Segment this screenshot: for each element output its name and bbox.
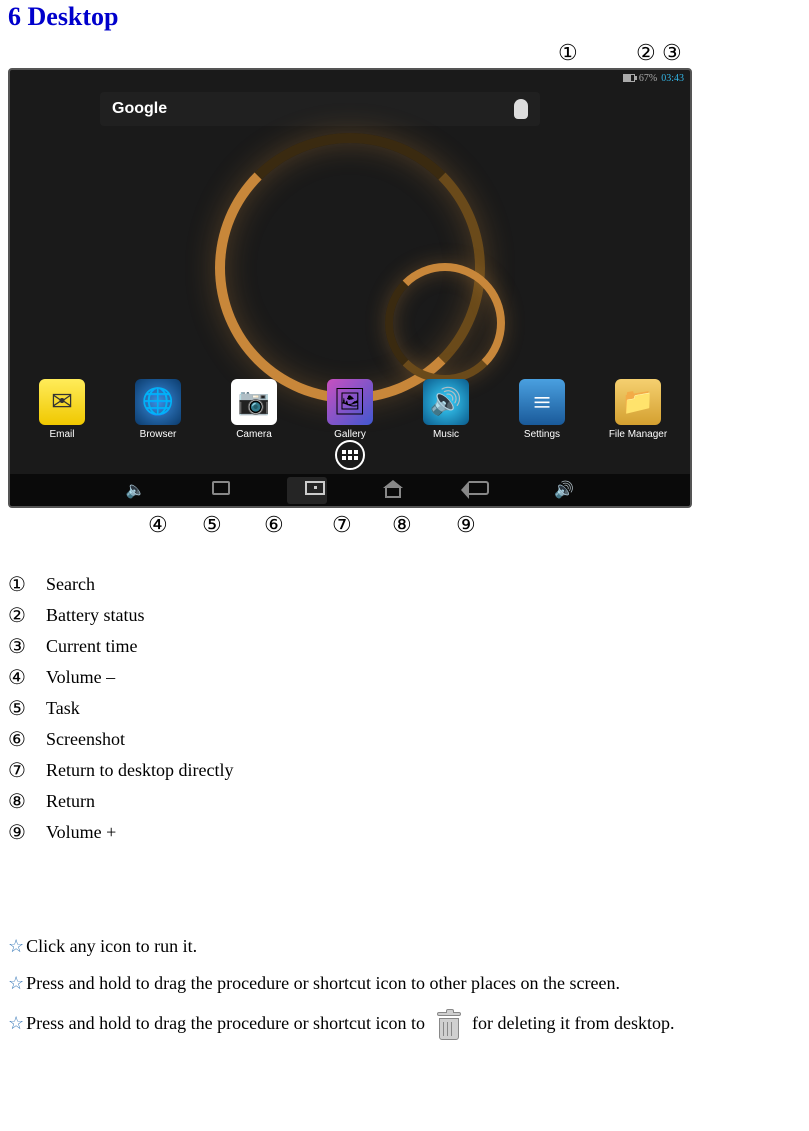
legend-text: Task (46, 698, 80, 719)
gallery-icon (327, 379, 373, 425)
callout-3: ③ (662, 40, 682, 66)
legend-num: ⑨ (8, 820, 34, 845)
legend-num: ② (8, 603, 34, 628)
app-label: Gallery (334, 429, 366, 440)
app-label: Settings (524, 429, 560, 440)
google-logo: Google (112, 100, 167, 118)
tip-text: Click any icon to run it. (26, 936, 197, 956)
home-button[interactable] (373, 481, 413, 499)
tips-section: ☆Click any icon to run it. ☆Press and ho… (8, 935, 801, 1040)
legend-num: ⑧ (8, 789, 34, 814)
battery-icon (623, 74, 635, 82)
app-music[interactable]: Music (406, 379, 486, 440)
tip-2: ☆Press and hold to drag the procedure or… (8, 972, 801, 995)
legend-num: ③ (8, 634, 34, 659)
volume-up-icon[interactable]: 🔊 (544, 480, 584, 500)
legend-num: ① (8, 572, 34, 597)
legend-text: Return (46, 791, 95, 812)
app-dock: Email Browser Camera Gallery Music (10, 379, 690, 440)
app-label: File Manager (609, 429, 667, 440)
tip-3: ☆Press and hold to drag the procedure or… (8, 1010, 801, 1040)
legend-num: ⑦ (8, 758, 34, 783)
star-icon: ☆ (8, 1013, 24, 1033)
legend-item: ③ Current time (8, 634, 801, 659)
app-browser[interactable]: Browser (118, 379, 198, 440)
settings-icon (519, 379, 565, 425)
nav-bar: 🔈 🔊 (10, 474, 690, 506)
tip-text-a: Press and hold to drag the procedure or … (26, 1013, 425, 1033)
search-bar[interactable]: Google (100, 92, 540, 126)
status-bar: 67% 03:43 (623, 70, 690, 86)
legend-text: Return to desktop directly (46, 760, 233, 781)
callout-1: ① (558, 40, 578, 66)
email-icon (39, 379, 85, 425)
volume-down-icon[interactable]: 🔈 (116, 480, 156, 500)
callout-7: ⑦ (332, 512, 352, 538)
app-gallery[interactable]: Gallery (310, 379, 390, 440)
callout-8: ⑧ (392, 512, 412, 538)
tip-1: ☆Click any icon to run it. (8, 935, 801, 958)
bottom-callout-row: ④ ⑤ ⑥ ⑦ ⑧ ⑨ (8, 512, 801, 542)
top-callout-row: ① ② ③ (8, 40, 801, 68)
back-button[interactable] (459, 481, 499, 500)
app-settings[interactable]: Settings (502, 379, 582, 440)
app-label: Browser (140, 429, 177, 440)
app-label: Music (433, 429, 459, 440)
callout-2: ② (636, 40, 656, 66)
browser-icon (135, 379, 181, 425)
app-label: Camera (236, 429, 272, 440)
tip-text: Press and hold to drag the procedure or … (26, 973, 620, 993)
legend-item: ② Battery status (8, 603, 801, 628)
legend-num: ⑤ (8, 696, 34, 721)
legend-num: ⑥ (8, 727, 34, 752)
legend-item: ① Search (8, 572, 801, 597)
legend-item: ⑤ Task (8, 696, 801, 721)
tablet-screenshot: 67% 03:43 Google Email Browser (8, 68, 692, 508)
callout-6: ⑥ (264, 512, 284, 538)
app-file-manager[interactable]: File Manager (598, 379, 678, 440)
legend-item: ⑥ Screenshot (8, 727, 801, 752)
callout-5: ⑤ (202, 512, 222, 538)
callout-4: ④ (148, 512, 168, 538)
section-title: 6 Desktop (8, 2, 801, 32)
legend-text: Search (46, 574, 95, 595)
legend-num: ④ (8, 665, 34, 690)
task-button[interactable] (201, 481, 241, 500)
star-icon: ☆ (8, 936, 24, 956)
mic-icon[interactable] (514, 99, 528, 119)
legend-text: Battery status (46, 605, 144, 626)
legend-text: Volume – (46, 667, 115, 688)
trash-icon (436, 1010, 462, 1040)
legend-list: ①Search ②Battery status ③Current time ④V… (8, 572, 801, 845)
callout-9: ⑨ (456, 512, 476, 538)
legend-text: Screenshot (46, 729, 125, 750)
app-email[interactable]: Email (22, 379, 102, 440)
camera-icon (231, 379, 277, 425)
star-icon: ☆ (8, 973, 24, 993)
file-manager-icon (615, 379, 661, 425)
app-drawer-button[interactable] (335, 440, 365, 470)
legend-item: ④ Volume – (8, 665, 801, 690)
app-camera[interactable]: Camera (214, 379, 294, 440)
legend-item: ⑦ Return to desktop directly (8, 758, 801, 783)
legend-text: Volume + (46, 822, 116, 843)
legend-text: Current time (46, 636, 137, 657)
screenshot-button[interactable] (287, 477, 327, 504)
app-label: Email (49, 429, 74, 440)
clock: 03:43 (661, 73, 684, 84)
music-icon (423, 379, 469, 425)
wallpaper-ring-small (385, 263, 505, 383)
legend-item: ⑨ Volume + (8, 820, 801, 845)
tip-text-b: for deleting it from desktop. (472, 1013, 674, 1033)
wallpaper (10, 130, 690, 406)
wallpaper-ring-large (215, 133, 485, 403)
battery-percent: 67% (639, 73, 657, 84)
legend-item: ⑧ Return (8, 789, 801, 814)
